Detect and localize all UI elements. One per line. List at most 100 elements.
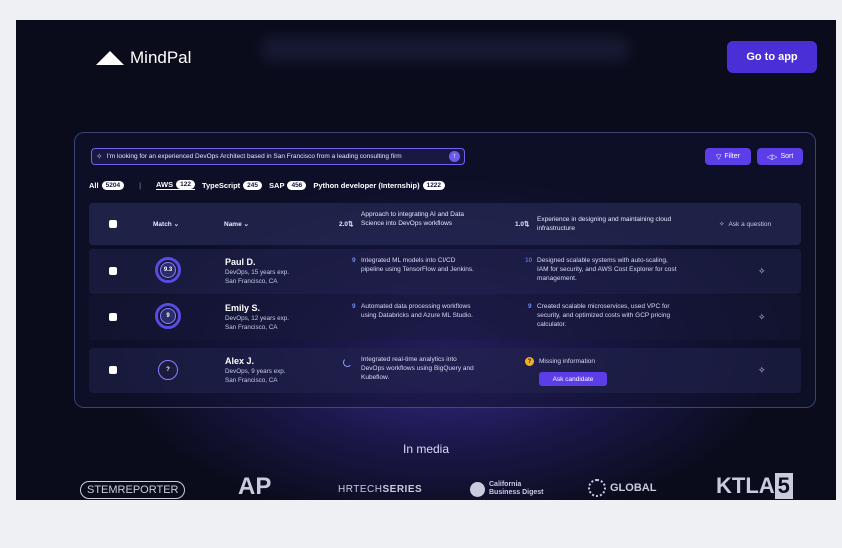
table-row[interactable]: 9.3 Paul D. DevOps, 15 years exp. San Fr… xyxy=(89,249,801,294)
candidate-location: San Francisco, CA xyxy=(225,377,278,384)
cal-line-2: Business Digest xyxy=(489,489,544,496)
tab-typescript[interactable]: TypeScript 245 xyxy=(201,180,263,190)
magic-wand-icon[interactable]: ✧ xyxy=(758,266,766,277)
california-emblem-icon xyxy=(470,481,485,497)
tab-count: 122 xyxy=(176,180,195,189)
blurred-headline xyxy=(260,36,630,62)
ask-question-label: Ask a question xyxy=(728,220,772,228)
magic-wand-icon[interactable]: ✧ xyxy=(758,365,766,376)
match-score-ring: ? xyxy=(158,360,178,380)
tab-count: 1222 xyxy=(422,180,446,190)
criterion-1-score: 9 xyxy=(352,257,356,264)
row-checkbox[interactable] xyxy=(109,313,117,321)
hrtech-series-logo: HRTECHSERIES xyxy=(338,484,422,495)
candidate-location: San Francisco, CA xyxy=(225,324,278,331)
media-section-title: In media xyxy=(402,442,450,456)
search-bar[interactable]: ✧ ↑ xyxy=(91,148,465,165)
tab-count: 456 xyxy=(287,180,307,190)
candidate-location: San Francisco, CA xyxy=(225,278,278,285)
table-row[interactable]: ? Alex J. DevOps, 9 years exp. San Franc… xyxy=(89,348,801,393)
name-column-header[interactable]: Name ⌄ xyxy=(224,220,249,228)
filter-icon: ▽ xyxy=(716,153,722,161)
ktla-number: 5 xyxy=(774,473,793,499)
ktla5-logo: KTLA 5 xyxy=(716,473,793,499)
match-score-ring: 9 xyxy=(155,303,181,329)
criterion-2-header: Experience in designing and maintaining … xyxy=(537,216,672,232)
criterion-1-answer: Integrated ML models into CI/CD pipeline… xyxy=(361,257,474,273)
chevron-down-icon: ⌄ xyxy=(243,221,249,228)
criterion-2-answer: Created scalable microservices, used VPC… xyxy=(537,303,671,328)
global-text: GLOBAL xyxy=(610,482,657,494)
tab-label: Python developer (Internship) xyxy=(313,180,420,190)
tab-python-internship[interactable]: Python developer (Internship) 1222 xyxy=(313,180,446,190)
search-input[interactable] xyxy=(106,153,445,160)
table-header: Match ⌄ Name ⌄ 2.0⇅ Approach to integrat… xyxy=(89,203,801,245)
criterion-1-header: Approach to integrating AI and Data Scie… xyxy=(361,211,464,227)
tab-aws[interactable]: AWS 122 xyxy=(156,180,195,190)
ask-candidate-button[interactable]: Ask candidate xyxy=(539,372,607,386)
tab-label: SAP xyxy=(269,180,285,190)
candidate-experience: DevOps, 15 years exp. xyxy=(225,269,290,276)
app-frame: MindPal Go to app ✧ ↑ ▽ Filter ◁▷ Sort A… xyxy=(16,20,836,500)
tab-label: AWS xyxy=(156,180,174,189)
california-business-digest-logo: California Business Digest xyxy=(470,481,543,497)
criterion-1-answer: Integrated real-time analytics into DevO… xyxy=(361,356,474,381)
match-score-ring: 9.3 xyxy=(155,257,181,283)
select-all-checkbox[interactable] xyxy=(109,220,117,228)
top-bar: MindPal Go to app xyxy=(16,20,836,110)
candidate-name: Emily S. xyxy=(225,303,261,313)
match-score: 9 xyxy=(160,308,176,324)
tab-count: 5204 xyxy=(101,180,125,190)
criterion-2-weight-value: 1.0 xyxy=(515,221,525,228)
stemreporter-logo: STEMREPORTER xyxy=(80,481,186,499)
magic-wand-icon: ✧ xyxy=(96,152,103,161)
match-score: 9.3 xyxy=(160,262,176,278)
tab-divider: | xyxy=(139,180,142,190)
hrtech-text: HRTECH xyxy=(338,484,383,495)
criterion-1-weight-value: 2.0 xyxy=(339,221,349,228)
sort-button[interactable]: ◁▷ Sort xyxy=(757,148,803,165)
tab-all[interactable]: All 5204 xyxy=(89,180,125,190)
ask-question-button[interactable]: ✧ Ask a question xyxy=(719,220,772,229)
row-checkbox[interactable] xyxy=(109,366,117,374)
tab-label: TypeScript xyxy=(201,180,241,190)
tab-count: 245 xyxy=(243,180,263,190)
tab-label: All xyxy=(89,180,99,190)
match-header-label: Match xyxy=(153,221,172,228)
mindpal-logo-icon xyxy=(96,51,124,65)
cal-line-1: California xyxy=(489,481,522,488)
sort-weight-icon: ⇅ xyxy=(348,221,354,228)
criterion-2-weight[interactable]: 1.0⇅ xyxy=(515,220,530,228)
criterion-2-score: 9 xyxy=(528,303,532,310)
criterion-2-answer: Missing information xyxy=(539,358,595,365)
table-row[interactable]: 9 Emily S. DevOps, 12 years exp. San Fra… xyxy=(89,295,801,340)
magic-wand-icon[interactable]: ✧ xyxy=(758,312,766,323)
tab-sap[interactable]: SAP 456 xyxy=(269,180,307,190)
warning-icon: ? xyxy=(525,357,534,366)
brand-logo[interactable]: MindPal xyxy=(96,48,191,68)
globe-icon xyxy=(588,479,606,497)
skill-tabs: All 5204 | AWS 122 TypeScript 245 SAP 45… xyxy=(89,180,446,190)
magic-wand-icon: ✧ xyxy=(719,221,725,228)
candidate-name: Alex J. xyxy=(225,356,255,366)
candidate-experience: DevOps, 12 years exp. xyxy=(225,315,290,322)
row-checkbox[interactable] xyxy=(109,267,117,275)
match-column-header[interactable]: Match ⌄ xyxy=(153,220,179,228)
match-score: ? xyxy=(166,367,170,373)
chevron-down-icon: ⌄ xyxy=(173,221,180,228)
candidate-info[interactable]: Emily S. DevOps, 12 years exp. San Franc… xyxy=(225,302,289,332)
filter-button[interactable]: ▽ Filter xyxy=(705,148,751,165)
go-to-app-button[interactable]: Go to app xyxy=(727,41,817,73)
filter-label: Filter xyxy=(724,153,740,160)
candidate-search-card: ✧ ↑ ▽ Filter ◁▷ Sort All 5204 | AWS 122 … xyxy=(74,132,816,408)
candidate-name: Paul D. xyxy=(225,257,256,267)
candidate-info[interactable]: Paul D. DevOps, 15 years exp. San Franci… xyxy=(225,256,289,286)
candidate-info[interactable]: Alex J. DevOps, 9 years exp. San Francis… xyxy=(225,355,286,385)
brand-name: MindPal xyxy=(130,48,192,67)
criterion-1-weight[interactable]: 2.0⇅ xyxy=(339,220,354,228)
sort-weight-icon: ⇅ xyxy=(524,221,530,228)
submit-arrow-icon[interactable]: ↑ xyxy=(449,151,460,162)
sort-icon: ◁▷ xyxy=(766,153,778,161)
ap-logo: AP xyxy=(238,473,272,500)
cal-text: California Business Digest xyxy=(489,481,543,497)
